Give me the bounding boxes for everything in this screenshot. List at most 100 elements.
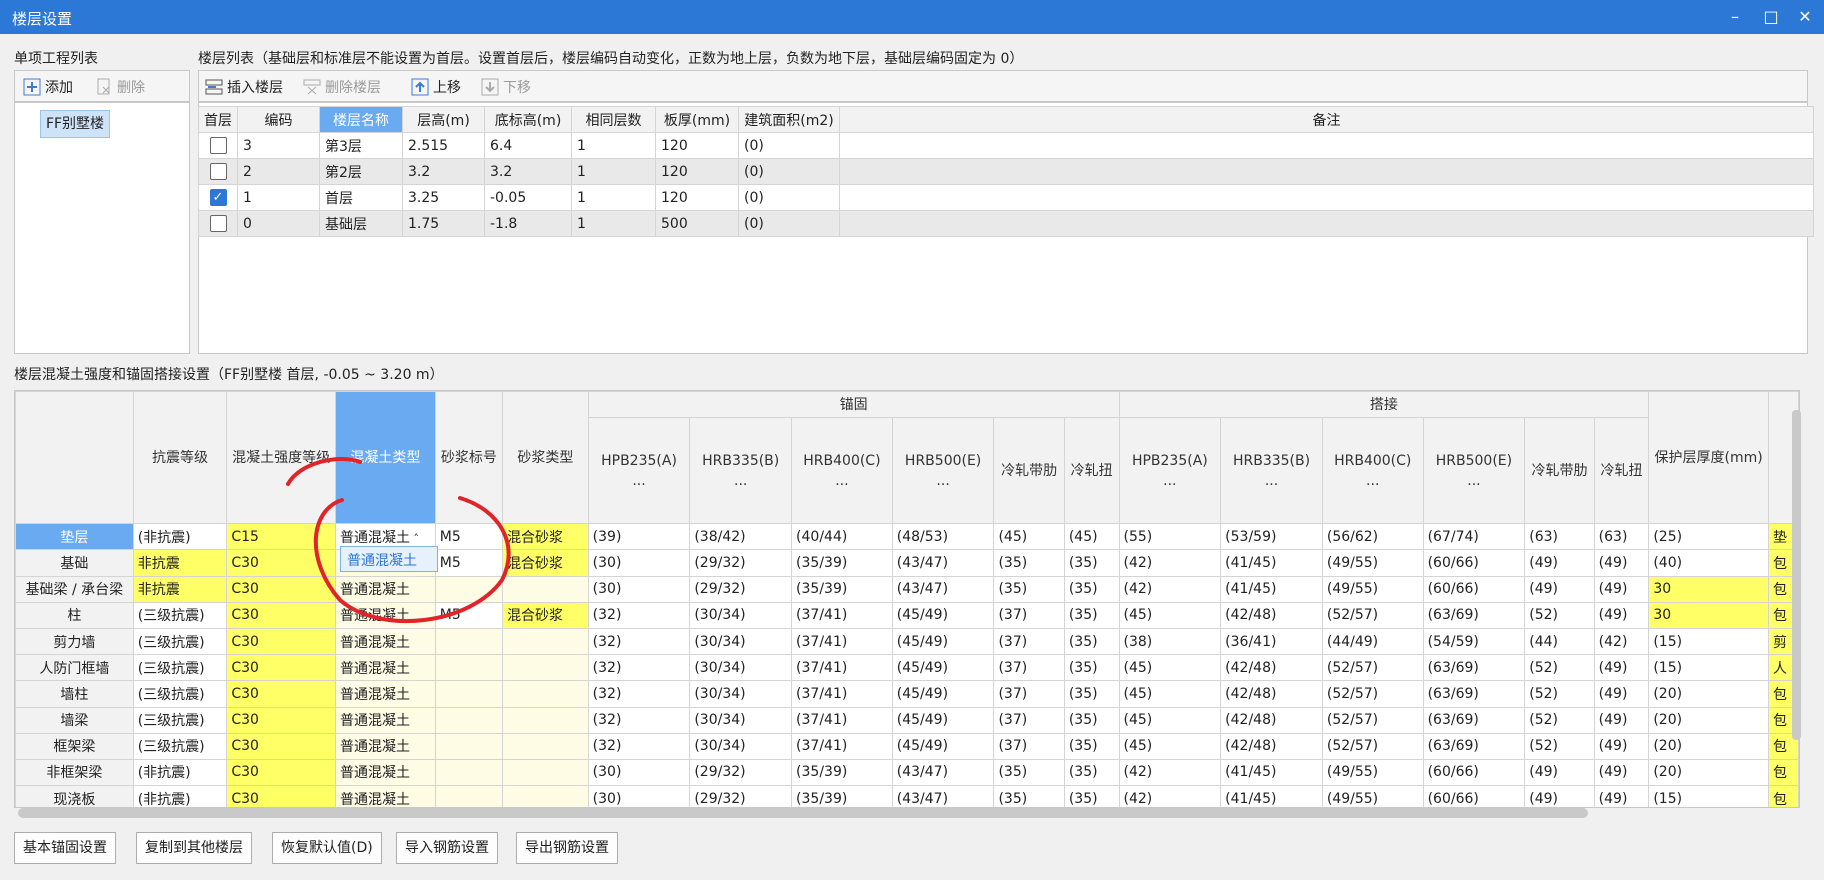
concrete-cell[interactable]: (35) [993, 785, 1065, 807]
concrete-cell[interactable]: (35/39) [791, 785, 893, 807]
floor-count[interactable]: 1 [571, 210, 656, 237]
concrete-cell[interactable]: (54/59) [1422, 627, 1526, 656]
maximize-icon[interactable]: □ [1758, 4, 1784, 30]
restore-default-button[interactable]: 恢复默认值(D) [272, 832, 382, 864]
concrete-cell[interactable]: (30) [587, 549, 691, 577]
concrete-cell[interactable]: C30 [226, 732, 336, 760]
concrete-cell[interactable]: (30) [587, 575, 691, 603]
concrete-cell[interactable]: (35) [1063, 549, 1120, 577]
concrete-cell[interactable]: (49/55) [1321, 549, 1424, 577]
concrete-cell[interactable]: (30) [587, 785, 691, 807]
concrete-cell[interactable]: 包 [1767, 758, 1799, 787]
concrete-cell[interactable]: (40/44) [791, 523, 893, 551]
concrete-cell[interactable]: (43/47) [891, 549, 995, 577]
concrete-cell[interactable]: (63/69) [1422, 732, 1526, 760]
row-label[interactable]: 墙柱 [15, 680, 134, 708]
concrete-cell[interactable]: (42) [1118, 575, 1222, 603]
row-label[interactable]: 现浇板 [15, 785, 134, 807]
concrete-cell[interactable]: (60/66) [1422, 575, 1526, 603]
concrete-cell[interactable]: (15) [1648, 654, 1769, 682]
concrete-cell[interactable]: (42) [1118, 785, 1222, 807]
col-header-code[interactable]: 编码 [237, 106, 320, 133]
concrete-cell[interactable]: (37) [993, 601, 1065, 629]
concrete-cell[interactable]: (37/41) [791, 706, 893, 734]
concrete-cell[interactable]: (49) [1524, 758, 1595, 787]
concrete-cell[interactable]: (37) [993, 627, 1065, 656]
row-label[interactable]: 非框架梁 [15, 758, 134, 787]
concrete-cell[interactable]: (37) [993, 706, 1065, 734]
concrete-cell[interactable]: 普通混凝土 [335, 785, 436, 807]
concrete-cell[interactable]: (42/48) [1220, 732, 1323, 760]
concrete-cell[interactable]: (35) [1063, 680, 1120, 708]
concrete-cell[interactable]: (49) [1593, 575, 1650, 603]
col-lap-hrb400[interactable]: HRB400(C) ... [1321, 417, 1424, 525]
concrete-cell[interactable]: (35/39) [791, 758, 893, 787]
concrete-cell[interactable]: (35) [1063, 758, 1120, 787]
concrete-cell[interactable]: (非抗震) [132, 758, 228, 787]
concrete-cell[interactable]: (52/57) [1321, 654, 1424, 682]
concrete-cell[interactable]: (41/45) [1220, 758, 1323, 787]
concrete-cell[interactable]: (60/66) [1422, 549, 1526, 577]
concrete-cell[interactable]: (45) [1118, 601, 1222, 629]
floor-count[interactable]: 1 [571, 158, 656, 185]
concrete-cell[interactable]: (42) [1118, 549, 1222, 577]
floor-area[interactable]: (0) [738, 158, 840, 185]
concrete-cell[interactable]: (38) [1118, 627, 1222, 656]
concrete-cell[interactable]: (42/48) [1220, 706, 1323, 734]
first-floor-checkbox-checked[interactable]: ✓ [209, 189, 227, 206]
concrete-cell[interactable]: (35) [1063, 601, 1120, 629]
concrete-row[interactable]: 现浇板 (非抗震) C30 普通混凝土 (30) (29/32) (35/39) (43/47… [15, 785, 1799, 807]
concrete-cell[interactable]: (29/32) [689, 758, 793, 787]
floor-note[interactable] [839, 210, 1814, 237]
concrete-cell[interactable]: (52/57) [1321, 680, 1424, 708]
concrete-cell[interactable]: (49) [1593, 706, 1650, 734]
concrete-cell[interactable]: (52/57) [1321, 706, 1424, 734]
col-header-first[interactable]: 首层 [198, 106, 238, 133]
concrete-cell[interactable]: (37) [993, 654, 1065, 682]
concrete-cell[interactable]: (30/34) [689, 601, 793, 629]
concrete-cell[interactable]: C30 [226, 706, 336, 734]
concrete-cell[interactable]: (30/34) [689, 706, 793, 734]
concrete-cell[interactable]: (49) [1524, 785, 1595, 807]
move-up-button[interactable]: 上移 [411, 75, 461, 99]
copy-to-floors-button[interactable]: 复制到其他楼层 [136, 832, 252, 864]
col-header-height[interactable]: 层高(m) [402, 106, 485, 133]
concrete-cell[interactable]: (43/47) [891, 785, 995, 807]
floor-height[interactable]: 3.25 [402, 184, 485, 211]
concrete-cell[interactable]: (30) [587, 758, 691, 787]
concrete-cell[interactable] [434, 680, 504, 708]
row-label[interactable]: 人防门框墙 [15, 654, 134, 682]
concrete-cell[interactable]: 非抗震 [132, 575, 228, 603]
floor-thickness[interactable]: 120 [655, 158, 739, 185]
concrete-cell[interactable]: (45/49) [891, 654, 995, 682]
concrete-cell[interactable]: (60/66) [1422, 785, 1526, 807]
floor-code[interactable]: 0 [237, 210, 320, 237]
concrete-cell[interactable]: (63/69) [1422, 654, 1526, 682]
concrete-cell[interactable]: (49) [1593, 732, 1650, 760]
floor-bottom[interactable]: 6.4 [484, 132, 572, 159]
floor-count[interactable]: 1 [571, 184, 656, 211]
move-down-button[interactable]: 下移 [481, 75, 531, 99]
first-floor-checkbox[interactable] [209, 137, 227, 154]
concrete-cell[interactable]: (49) [1593, 601, 1650, 629]
concrete-cell[interactable]: (29/32) [689, 785, 793, 807]
concrete-cell[interactable]: (37) [993, 680, 1065, 708]
concrete-cell[interactable] [502, 758, 589, 787]
col-anchor-hrb335[interactable]: HRB335(B) ... [689, 417, 793, 525]
col-anchor-hpb235[interactable]: HPB235(A) ... [587, 417, 691, 525]
row-label[interactable]: 基础梁 / 承台梁 [15, 575, 134, 603]
concrete-cell[interactable]: 30 [1648, 601, 1769, 629]
floor-name-editing[interactable]: 首层 [319, 184, 403, 211]
concrete-cell[interactable]: (三级抗震) [132, 706, 228, 734]
concrete-cell[interactable]: (42) [1118, 758, 1222, 787]
concrete-cell[interactable]: (38/42) [689, 523, 793, 551]
concrete-cell[interactable]: (三级抗震) [132, 680, 228, 708]
concrete-cell[interactable]: (20) [1648, 732, 1769, 760]
concrete-cell[interactable]: (30/34) [689, 680, 793, 708]
concrete-cell[interactable]: (15) [1648, 785, 1769, 807]
col-header-bottom[interactable]: 底标高(m) [484, 106, 572, 133]
concrete-cell[interactable]: (35) [1063, 732, 1120, 760]
floor-area[interactable]: (0) [738, 184, 840, 211]
row-label[interactable]: 框架梁 [15, 732, 134, 760]
concrete-cell[interactable]: (45/49) [891, 601, 995, 629]
